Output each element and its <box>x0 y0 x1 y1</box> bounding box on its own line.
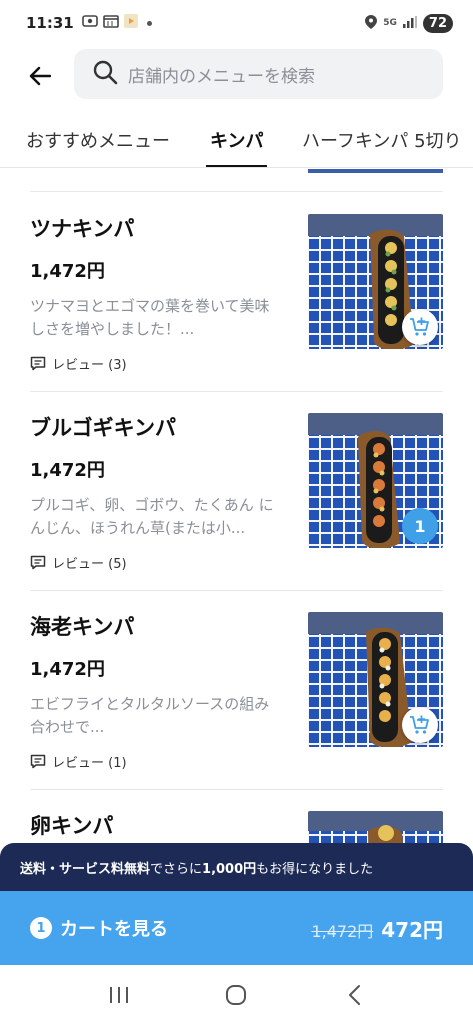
menu-list: ツナキンパ 1,472円 ツナマヨとエゴマの葉を巻いて美味しさを増やしました！.… <box>0 169 473 843</box>
cart-plus-icon <box>410 317 429 336</box>
promo-amount: 1,000円 <box>202 861 257 877</box>
home-icon <box>226 984 247 1005</box>
menu-item-price: 1,472円 <box>30 261 105 282</box>
arrow-left-icon <box>29 66 51 86</box>
menu-item-name: 卵キンパ <box>30 814 114 838</box>
menu-item-price: 1,472円 <box>30 659 105 680</box>
original-price: 1,472円 <box>311 921 374 941</box>
add-to-cart-button[interactable] <box>402 707 438 743</box>
view-cart-button[interactable]: 1 カートを見る 1,472円 472円 <box>0 891 473 965</box>
cart-prices: 1,472円 472円 <box>311 914 443 943</box>
comment-icon <box>30 555 46 570</box>
back-button[interactable] <box>20 56 60 96</box>
search-placeholder: 店舗内のメニューを検索 <box>128 66 315 87</box>
cart-total: 472円 <box>381 917 443 942</box>
promo-text-end: もお得になりました <box>256 861 374 877</box>
recent-apps-icon <box>109 986 128 1003</box>
category-tabs: おすすめメニュー キンパ ハーフキンパ 5切り <box>0 112 473 168</box>
cart-count-badge: 1 <box>30 917 52 939</box>
chevron-left-icon <box>349 984 361 1005</box>
view-cart-label: カートを見る <box>60 919 168 940</box>
app-notification-icon <box>123 14 138 32</box>
system-back-button[interactable] <box>334 975 374 1015</box>
signal-icon <box>402 15 417 31</box>
tab-kimbap[interactable]: キンパ <box>205 112 268 167</box>
add-to-cart-button[interactable] <box>402 309 438 345</box>
tab-recommended[interactable]: おすすめメニュー <box>26 112 170 167</box>
home-button[interactable] <box>216 975 256 1015</box>
cart-quantity-badge[interactable]: 1 <box>402 508 438 544</box>
menu-item[interactable]: ブルゴギキンパ 1,472円 プルコギ、卵、ゴボウ、たくあん にんじん、ほうれん… <box>0 370 473 572</box>
menu-item[interactable]: ツナキンパ 1,472円 ツナマヨとエゴマの葉を巻いて美味しさを増やしました！.… <box>0 171 473 373</box>
status-time: 11:31 <box>26 14 74 32</box>
more-notifications-dot <box>146 20 152 26</box>
promo-text: でさらに <box>150 861 203 877</box>
menu-item-name: ブルゴギキンパ <box>30 416 176 440</box>
cart-plus-icon <box>410 715 429 734</box>
screenshot-icon <box>81 14 98 32</box>
menu-item-description: ツナマヨとエゴマの葉を巻いて美味しさを増やしました！... <box>30 297 270 338</box>
menu-item[interactable]: 卵キンパ <box>0 768 473 843</box>
location-icon <box>365 14 378 32</box>
battery-indicator: 72 <box>422 13 453 33</box>
menu-item-name: ツナキンパ <box>30 217 135 241</box>
network-type-label: 5G <box>383 18 397 28</box>
menu-item-description: プルコギ、卵、ゴボウ、たくあん にんじん、ほうれん草(または小... <box>30 496 274 537</box>
menu-item-name: 海老キンパ <box>30 615 135 639</box>
free-delivery-banner: 送料・サービス料無料 でさらに 1,000円 もお得になりました <box>0 843 473 891</box>
menu-item-photo[interactable] <box>308 811 443 843</box>
recent-apps-button[interactable] <box>99 975 139 1015</box>
tab-half-kimbap[interactable]: ハーフキンパ 5切り <box>302 112 462 167</box>
menu-item-price: 1,472円 <box>30 460 105 481</box>
system-nav-bar <box>0 965 473 1024</box>
comment-icon <box>30 356 46 371</box>
promo-highlight: 送料・サービス料無料 <box>20 861 151 877</box>
calendar-icon <box>102 14 119 32</box>
status-bar: 11:31 5G 72 <box>0 0 473 46</box>
menu-item-description: エビフライとタルタルソースの組み合わせで... <box>30 695 270 736</box>
search-header: 店舗内のメニューを検索 <box>0 46 473 106</box>
search-input[interactable]: 店舗内のメニューを検索 <box>74 49 443 99</box>
search-icon <box>92 59 118 89</box>
menu-item[interactable]: 海老キンパ 1,472円 エビフライとタルタルソースの組み合わせで... レビュ… <box>0 569 473 771</box>
comment-icon <box>30 754 46 769</box>
